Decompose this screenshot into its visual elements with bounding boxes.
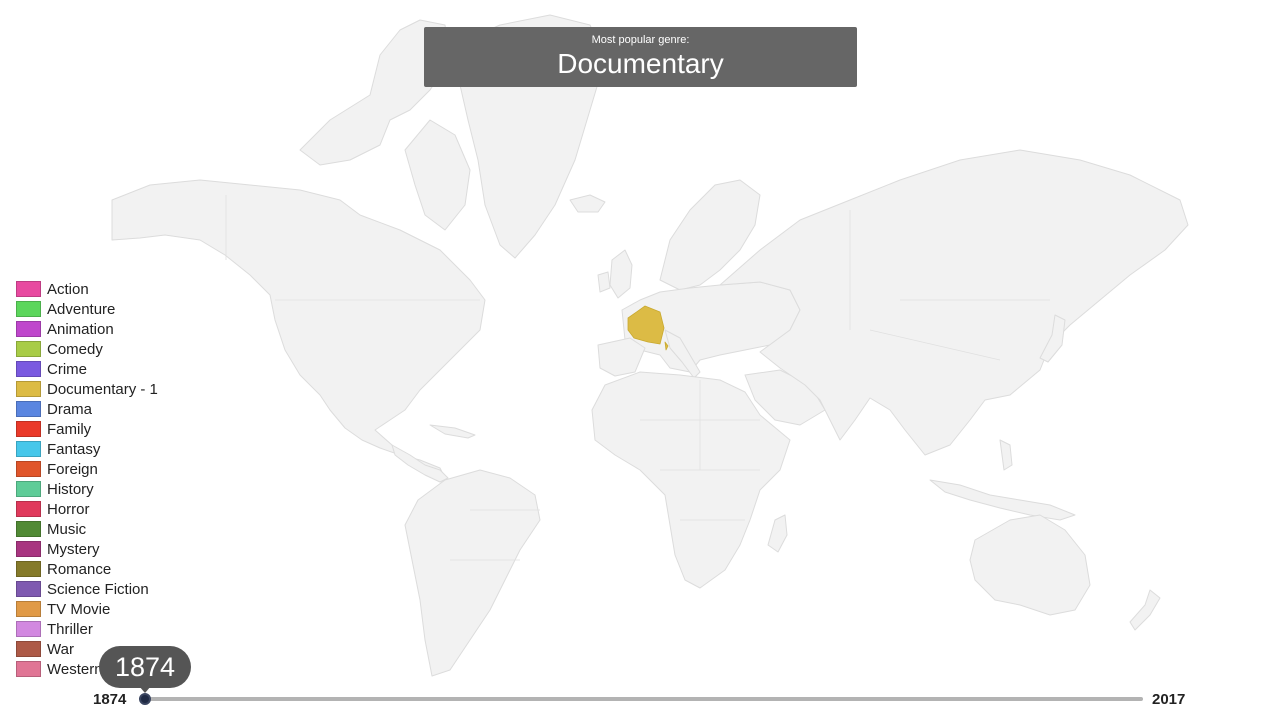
legend-item[interactable]: Animation <box>16 319 158 339</box>
timeline-start-label: 1874 <box>93 691 127 708</box>
timeline-track[interactable] <box>145 697 1143 701</box>
legend-swatch <box>16 621 41 637</box>
legend-item[interactable]: Horror <box>16 499 158 519</box>
legend-label: Horror <box>47 500 90 518</box>
legend-swatch <box>16 381 41 397</box>
legend-label: Mystery <box>47 540 100 558</box>
legend-swatch <box>16 421 41 437</box>
legend-item[interactable]: Drama <box>16 399 158 419</box>
legend-item[interactable]: Fantasy <box>16 439 158 459</box>
legend-item[interactable]: Mystery <box>16 539 158 559</box>
legend-item[interactable]: Romance <box>16 559 158 579</box>
legend-swatch <box>16 281 41 297</box>
new-zealand <box>1129 589 1161 631</box>
iceland <box>569 194 606 213</box>
philippines <box>999 439 1013 471</box>
legend-item[interactable]: Action <box>16 279 158 299</box>
australia <box>969 514 1091 616</box>
legend-item[interactable]: Thriller <box>16 619 158 639</box>
legend-label: Action <box>47 280 89 298</box>
map-visualization: Most popular genre: Documentary Action Ad… <box>0 0 1280 720</box>
legend-item[interactable]: Crime <box>16 359 158 379</box>
legend-item[interactable]: Documentary - 1 <box>16 379 158 399</box>
legend-item[interactable]: TV Movie <box>16 599 158 619</box>
banner-genre: Documentary <box>557 48 724 79</box>
legend-swatch <box>16 441 41 457</box>
most-popular-genre-banner: Most popular genre: Documentary <box>424 27 857 87</box>
legend-item[interactable]: Foreign <box>16 459 158 479</box>
legend-label: Science Fiction <box>47 580 149 598</box>
year-timeline: 1874 1874 2017 <box>0 640 1280 720</box>
legend-label: Romance <box>47 560 112 578</box>
central-america <box>391 444 449 483</box>
legend-label: Music <box>47 520 87 538</box>
legend-swatch <box>16 321 41 337</box>
legend-item[interactable]: Family <box>16 419 158 439</box>
indonesia <box>929 479 1076 521</box>
legend-item[interactable]: History <box>16 479 158 499</box>
legend-swatch <box>16 401 41 417</box>
current-year-bubble: 1874 <box>99 646 191 688</box>
legend-swatch <box>16 561 41 577</box>
legend-label: TV Movie <box>47 600 111 618</box>
timeline-slider-handle[interactable] <box>139 693 151 705</box>
legend-label: Fantasy <box>47 440 101 458</box>
legend-swatch <box>16 501 41 517</box>
timeline-end-label: 2017 <box>1152 691 1186 708</box>
legend-item[interactable]: Music <box>16 519 158 539</box>
uk <box>609 249 633 299</box>
legend-swatch <box>16 301 41 317</box>
genre-legend: Action Adventure Animation Comedy Crime Docum… <box>16 279 158 679</box>
legend-label: Family <box>47 420 92 438</box>
legend-label: Documentary - 1 <box>47 380 158 398</box>
legend-item[interactable]: Adventure <box>16 299 158 319</box>
legend-label: Adventure <box>47 300 116 318</box>
legend-label: Animation <box>47 320 114 338</box>
legend-swatch <box>16 581 41 597</box>
legend-label: Foreign <box>47 460 98 478</box>
current-year-bubble-pointer <box>139 686 151 693</box>
legend-swatch <box>16 361 41 377</box>
legend-label: Comedy <box>47 340 103 358</box>
madagascar <box>767 514 788 553</box>
iberia <box>597 337 646 377</box>
world-map <box>111 14 1189 677</box>
legend-swatch <box>16 341 41 357</box>
legend-label: History <box>47 480 94 498</box>
legend-label: Crime <box>47 360 87 378</box>
legend-label: Drama <box>47 400 93 418</box>
legend-swatch <box>16 541 41 557</box>
legend-swatch <box>16 461 41 477</box>
legend-swatch <box>16 521 41 537</box>
baffin-island <box>404 119 471 231</box>
caribbean <box>429 424 476 439</box>
legend-swatch <box>16 481 41 497</box>
ireland <box>597 271 611 293</box>
banner-caption: Most popular genre: <box>591 34 690 46</box>
legend-item[interactable]: Science Fiction <box>16 579 158 599</box>
legend-swatch <box>16 601 41 617</box>
legend-label: Thriller <box>47 620 93 638</box>
north-america <box>111 179 486 479</box>
legend-item[interactable]: Comedy <box>16 339 158 359</box>
